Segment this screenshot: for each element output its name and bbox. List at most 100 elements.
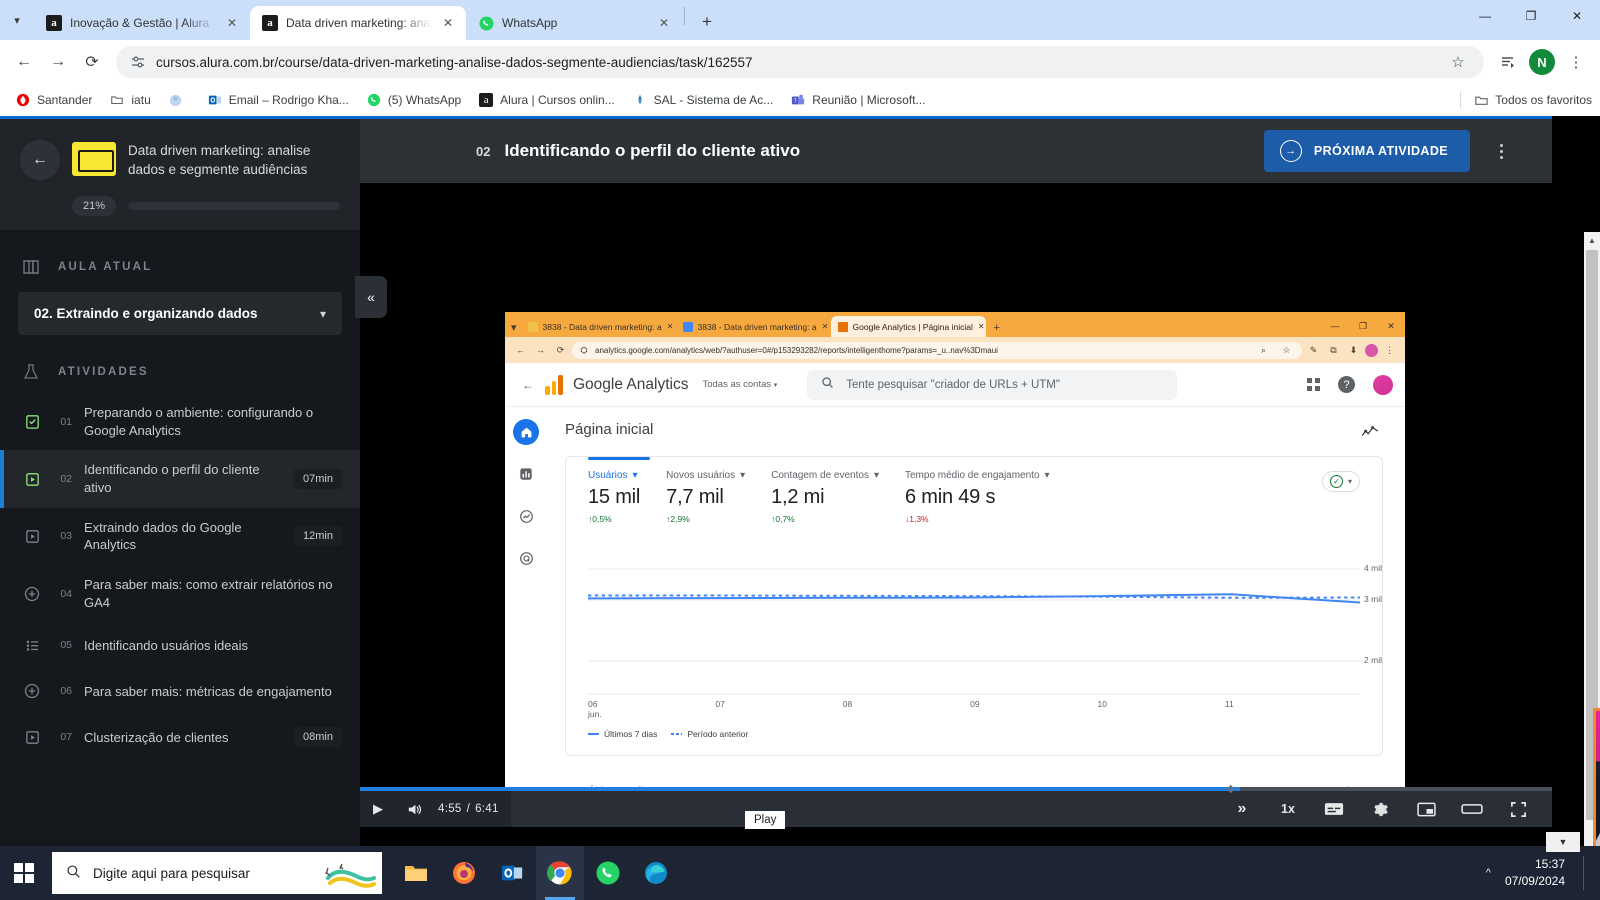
extensions-icon: ⧉ (1330, 344, 1337, 355)
list-item[interactable]: 06 Para saber mais: métricas de engajame… (0, 668, 360, 714)
close-icon[interactable]: ✕ (224, 15, 240, 31)
back-icon: ← (516, 345, 525, 355)
bookmark-star-icon[interactable]: ☆ (1442, 46, 1474, 78)
taskbar-whatsapp[interactable] (584, 846, 632, 900)
bookmark-sal[interactable]: SAL - Sistema de Ac... (625, 89, 781, 111)
generic-bookmark-icon (168, 92, 184, 108)
tray-time: 15:37 (1534, 856, 1565, 871)
close-window-icon[interactable]: ✕ (1554, 0, 1600, 32)
volume-icon[interactable] (396, 791, 432, 827)
reload-icon[interactable]: ⟳ (76, 46, 108, 78)
metric-delta-value: 1,3% (909, 514, 929, 524)
theater-mode-icon[interactable] (1452, 791, 1492, 827)
captions-icon[interactable] (1314, 791, 1354, 827)
close-window-icon: ✕ (1387, 320, 1395, 331)
maximize-icon[interactable]: ❐ (1508, 0, 1554, 32)
site-settings-icon: ⛭ (580, 344, 588, 355)
activity-number: 05 (60, 639, 72, 652)
close-icon[interactable]: ✕ (656, 15, 672, 31)
video-controls-bar: ✥ ▶ 4:55 / 6:41 » 1x (360, 784, 1552, 827)
taskbar-edge[interactable] (632, 846, 680, 900)
site-settings-icon[interactable] (130, 54, 146, 70)
kebab-menu-icon[interactable] (1484, 134, 1518, 168)
taskbar-outlook[interactable] (488, 846, 536, 900)
all-bookmarks-label[interactable]: Todos os favoritos (1495, 93, 1592, 107)
forward-icon[interactable]: → (42, 46, 74, 78)
back-to-course-icon[interactable]: ← (20, 140, 60, 180)
minimize-icon: — (1330, 321, 1340, 331)
metric-delta: ↑0,7% (771, 514, 795, 524)
current-lesson-selector[interactable]: 02. Extraindo e organizando dados ▾ (18, 292, 342, 335)
new-tab-button[interactable]: + (693, 8, 721, 36)
windows-start-icon[interactable] (0, 846, 48, 900)
chrome-menu-icon[interactable]: ⋮ (1560, 46, 1592, 78)
list-item[interactable]: 01 Preparando o ambiente: configurando o… (0, 393, 360, 450)
bookmark-santander[interactable]: Santander (8, 89, 99, 111)
playback-speed-button[interactable]: 1x (1268, 791, 1308, 827)
next-activity-button[interactable]: → PRÓXIMA ATIVIDADE (1263, 130, 1470, 172)
back-icon[interactable]: ← (8, 46, 40, 78)
skip-forward-icon[interactable]: » (1222, 791, 1262, 827)
fullscreen-icon[interactable] (1498, 791, 1538, 827)
chevron-down-icon[interactable]: ▾ (320, 307, 326, 321)
play-button[interactable]: ▶ (360, 791, 396, 827)
clock[interactable]: 15:37 07/09/2024 (1505, 856, 1565, 891)
taskbar-firefox[interactable] (440, 846, 488, 900)
ga-search-input: Tente pesquisar "criador de URLs + UTM" (807, 369, 1178, 400)
list-item[interactable]: 05 Identificando usuários ideais (0, 622, 360, 668)
cortana-icon[interactable] (320, 856, 376, 892)
activity-label: Identificando usuários ideais (84, 637, 249, 653)
bookmark-alura[interactable]: a Alura | Cursos onlin... (471, 89, 622, 111)
taskbar-chrome[interactable] (536, 846, 584, 900)
tab-search-icon[interactable]: ▾ (0, 0, 34, 40)
list-item[interactable]: 02 Identificando o perfil do cliente ati… (0, 450, 360, 509)
chevron-up-icon[interactable]: ^ (1486, 867, 1491, 879)
x-tick-label: 11 (1224, 699, 1234, 709)
browser-tab-strip: ▾ a Inovação & Gestão | Alura - Cu ✕ a D… (0, 0, 1600, 40)
bookmarks-bar: Santander iatu Email – Rodrigo Kha... (5… (0, 84, 1600, 116)
taskbar-apps (392, 846, 680, 900)
avatar (1373, 374, 1393, 395)
bookmark-label: SAL - Sistema de Ac... (653, 93, 774, 107)
tab-title: 3838 - Data driven marketing: a (697, 321, 817, 332)
close-icon[interactable]: ✕ (440, 15, 456, 31)
progress-bar (128, 202, 340, 210)
picture-in-picture-icon[interactable] (1406, 791, 1446, 827)
gear-icon[interactable] (1360, 791, 1400, 827)
tab-title: Google Analytics | Página inicial (852, 321, 973, 332)
search-input[interactable]: Digite aqui para pesquisar (52, 852, 382, 894)
bookmark-email[interactable]: Email – Rodrigo Kha... (200, 89, 356, 111)
bookmark-iatu[interactable]: iatu (102, 89, 157, 111)
reading-list-icon[interactable] (1492, 46, 1524, 78)
bookmark-generic[interactable] (161, 89, 197, 111)
scroll-up-arrow-icon[interactable]: ▲ (1584, 232, 1600, 248)
browser-tab-2[interactable]: a Data driven marketing: analise d ✕ (250, 6, 466, 40)
browser-tab-1[interactable]: a Inovação & Gestão | Alura - Cu ✕ (34, 6, 250, 40)
tab-favicon-icon (527, 321, 538, 332)
taskbar-file-explorer[interactable] (392, 846, 440, 900)
edit-icon: ✎ (1309, 344, 1318, 355)
video-player[interactable]: ▾ 3838 - Data driven marketing: a ✕ 3838… (360, 183, 1600, 846)
activities-list: 01 Preparando o ambiente: configurando o… (0, 393, 360, 760)
browser-tab-3[interactable]: WhatsApp ✕ (466, 6, 682, 40)
back-icon: ← (522, 377, 534, 392)
bookmark-label: (5) WhatsApp (387, 93, 462, 107)
url-text: analytics.google.com/analytics/web/?auth… (595, 345, 998, 355)
list-item[interactable]: 07 Clusterização de clientes 08min (0, 714, 360, 760)
list-item[interactable]: 03 Extraindo dados do Google Analytics 1… (0, 508, 360, 565)
show-desktop-button[interactable] (1583, 856, 1584, 890)
avatar[interactable]: N (1529, 49, 1555, 75)
minimize-icon[interactable]: — (1462, 0, 1508, 32)
video-controls-right: » 1x (1222, 791, 1552, 827)
time-separator: / (466, 803, 471, 815)
metric-delta: ↑2,9% (666, 514, 690, 524)
bookmark-teams[interactable]: T Reunião | Microsoft... (783, 89, 932, 111)
collapse-sidebar-button[interactable]: « (355, 276, 387, 318)
list-item[interactable]: 04 Para saber mais: como extrair relatór… (0, 565, 360, 622)
bookmark-whatsapp[interactable]: (5) WhatsApp (359, 89, 468, 111)
tray-overflow-panel[interactable]: ▼ (1546, 832, 1580, 852)
address-bar[interactable]: cursos.alura.com.br/course/data-driven-m… (116, 46, 1484, 78)
tab-title: 3838 - Data driven marketing: a (542, 321, 662, 332)
metric-value: 1,2 mi (771, 486, 825, 508)
windows-taskbar: Digite aqui para pesquisar ^ 15:37 07/09… (0, 832, 1600, 900)
